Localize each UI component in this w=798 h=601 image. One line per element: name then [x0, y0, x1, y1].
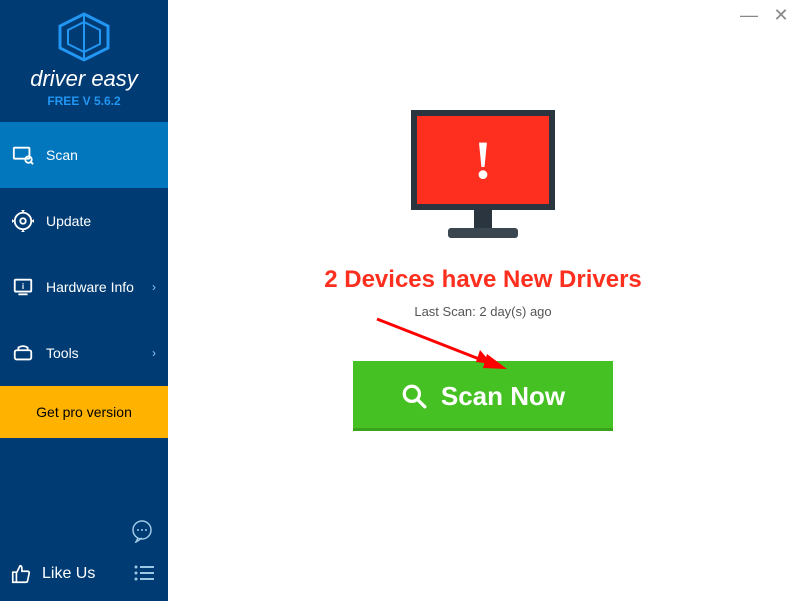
chevron-right-icon: › [152, 346, 156, 360]
version-label: FREE V 5.6.2 [0, 94, 168, 108]
sidebar-item-label: Hardware Info [46, 279, 134, 295]
tools-icon [12, 342, 34, 364]
scan-button-label: Scan Now [441, 381, 565, 412]
last-scan-text: Last Scan: 2 day(s) ago [414, 304, 551, 319]
sidebar-nav: Scan Update i Hardware Info › Too [0, 122, 168, 386]
scan-now-button[interactable]: Scan Now [353, 361, 613, 431]
main-panel: — ✕ ! 2 Devices have New Drivers Last Sc… [168, 0, 798, 601]
like-us-label: Like Us [42, 565, 95, 583]
sidebar-item-tools[interactable]: Tools › [0, 320, 168, 386]
sidebar-item-hardware[interactable]: i Hardware Info › [0, 254, 168, 320]
monitor-screen: ! [411, 110, 555, 210]
headline-text: 2 Devices have New Drivers [324, 266, 642, 294]
monitor-stand [474, 210, 492, 228]
minimize-button[interactable]: — [738, 4, 760, 26]
exclamation-icon: ! [474, 133, 492, 187]
sidebar-item-scan[interactable]: Scan [0, 122, 168, 188]
search-icon [401, 383, 427, 409]
get-pro-label: Get pro version [36, 404, 132, 420]
hardware-icon: i [12, 276, 34, 298]
alert-monitor-icon: ! [411, 110, 555, 238]
chevron-right-icon: › [152, 280, 156, 294]
feedback-icon[interactable] [130, 519, 154, 543]
sidebar-item-label: Update [46, 213, 91, 229]
sidebar-bottom: Like Us [0, 555, 168, 601]
update-icon [12, 210, 34, 232]
menu-icon[interactable] [132, 561, 156, 585]
sidebar-item-label: Tools [46, 345, 79, 361]
sidebar: driver easy FREE V 5.6.2 Scan Update [0, 0, 168, 601]
logo-area: driver easy FREE V 5.6.2 [0, 0, 168, 122]
close-button[interactable]: ✕ [770, 4, 792, 26]
sidebar-item-update[interactable]: Update [0, 188, 168, 254]
app-logo-icon [56, 12, 112, 62]
get-pro-button[interactable]: Get pro version [0, 386, 168, 438]
svg-text:i: i [22, 282, 24, 291]
brand-name: driver easy [0, 66, 168, 92]
monitor-base [448, 228, 518, 238]
sidebar-item-label: Scan [46, 147, 78, 163]
window-controls: — ✕ [738, 4, 792, 26]
scan-icon [12, 144, 34, 166]
thumbs-up-icon [10, 563, 32, 585]
